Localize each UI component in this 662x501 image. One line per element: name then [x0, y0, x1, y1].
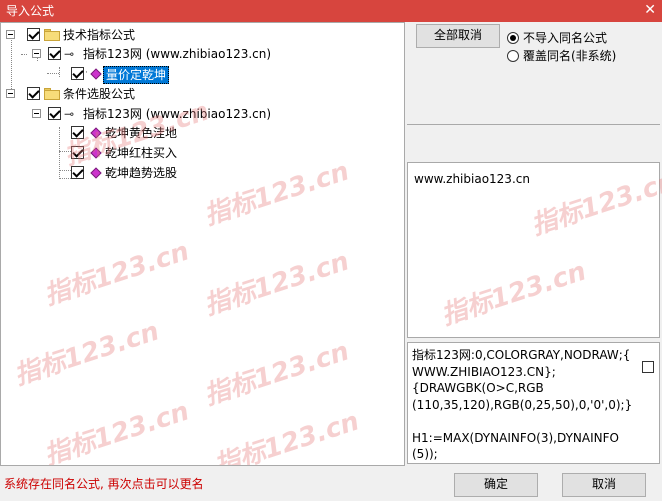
tree-node-formula[interactable]: 乾坤红柱买入: [1, 144, 401, 162]
collapse-icon[interactable]: [6, 89, 15, 98]
options-pane: 全部取消 不导入同名公式 覆盖同名(非系统) www.zhibiao123.cn…: [405, 22, 662, 466]
title-bar: 导入公式 ✕: [0, 0, 662, 22]
tree-node-label: 指标123网 (www.zhibiao123.cn): [83, 47, 272, 61]
formula-gem-icon: [90, 147, 102, 159]
formula-gem-icon: [90, 167, 102, 179]
ok-button[interactable]: 确定: [454, 473, 538, 497]
formula-code: 指标123网:0,COLORGRAY,NODRAW;{ WWW.ZHIBIAO1…: [412, 348, 633, 461]
collapse-icon[interactable]: [32, 109, 41, 118]
tree-node-screening-formulas[interactable]: 条件选股公式: [1, 85, 401, 103]
watermark: 指标123.cn: [40, 396, 193, 466]
folder-icon: [44, 88, 60, 100]
tree-node-site-group[interactable]: ⊸ 指标123网 (www.zhibiao123.cn): [1, 45, 401, 63]
checkbox[interactable]: [27, 28, 40, 41]
status-message: 系统存在同名公式, 再次点击可以更名: [4, 477, 204, 491]
tree-node-label: 条件选股公式: [63, 87, 136, 101]
watermark: 指标123.cn: [527, 166, 662, 242]
formula-gem-icon: [90, 68, 102, 80]
info-panel: www.zhibiao123.cn 指标123.cn 指标123.cn: [407, 162, 662, 338]
checkbox[interactable]: [27, 87, 40, 100]
checkbox[interactable]: [71, 126, 84, 139]
formula-gem-icon: [90, 127, 102, 139]
tree-node-label: 乾坤红柱买入: [105, 146, 178, 160]
watermark: 指标123.cn: [10, 316, 163, 392]
code-checkbox[interactable]: [642, 361, 654, 373]
checkbox[interactable]: [48, 107, 61, 120]
window-title: 导入公式: [6, 4, 55, 18]
formula-tree[interactable]: 技术指标公式 ⊸ 指标123网 (www.zhibiao123.cn) · 量价…: [0, 22, 405, 466]
no-import-label: 不导入同名公式: [523, 31, 608, 45]
folder-icon: [44, 29, 60, 41]
tree-node-label: 量价定乾坤: [103, 66, 170, 84]
tree-node-indicator-formulas[interactable]: 技术指标公式: [1, 26, 401, 44]
info-url: www.zhibiao123.cn: [414, 172, 530, 186]
tree-node-formula[interactable]: · 量价定乾坤: [1, 65, 401, 84]
key-icon: ⊸: [64, 107, 75, 121]
overwrite-radio[interactable]: [507, 50, 519, 62]
divider: [407, 124, 660, 125]
watermark: 指标123.cn: [210, 406, 363, 466]
cancel-button[interactable]: 取消: [562, 473, 646, 497]
checkbox[interactable]: [48, 47, 61, 60]
close-icon[interactable]: ✕: [644, 2, 656, 18]
tree-node-label: 乾坤趋势选股: [105, 166, 178, 180]
code-panel[interactable]: 指标123网:0,COLORGRAY,NODRAW;{ WWW.ZHIBIAO1…: [407, 342, 660, 464]
no-import-radio[interactable]: [507, 32, 519, 44]
checkbox[interactable]: [71, 146, 84, 159]
collapse-icon[interactable]: [32, 49, 41, 58]
key-icon: ⊸: [64, 47, 75, 61]
watermark: 指标123.cn: [200, 156, 353, 232]
tree-node-site-group[interactable]: ⊸ 指标123网 (www.zhibiao123.cn): [1, 105, 401, 123]
tree-node-formula[interactable]: 乾坤黄色洼地: [1, 124, 401, 142]
watermark: 指标123.cn: [40, 236, 193, 312]
checkbox[interactable]: [71, 166, 84, 179]
tree-node-label: 技术指标公式: [63, 28, 136, 42]
watermark: 指标123.cn: [200, 246, 353, 322]
cancel-all-button[interactable]: 全部取消: [416, 24, 500, 48]
watermark: 指标123.cn: [437, 256, 590, 332]
collapse-icon[interactable]: [6, 30, 15, 39]
watermark: 指标123.cn: [200, 336, 353, 412]
tree-node-label: 指标123网 (www.zhibiao123.cn): [83, 107, 272, 121]
overwrite-label: 覆盖同名(非系统): [523, 49, 617, 63]
tree-node-label: 乾坤黄色洼地: [105, 126, 178, 140]
checkbox[interactable]: [71, 67, 84, 80]
tree-node-formula[interactable]: 乾坤趋势选股: [1, 164, 401, 182]
